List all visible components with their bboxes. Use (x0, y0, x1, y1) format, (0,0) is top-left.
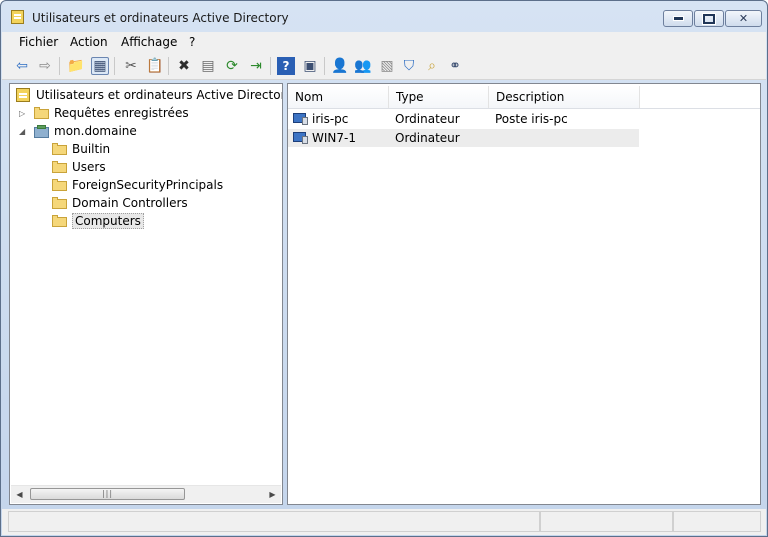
show-console-tree-icon[interactable]: ▦ (91, 57, 109, 75)
tree-item-users[interactable]: Users (52, 158, 106, 176)
menu-affichage[interactable]: Affichage (121, 35, 177, 49)
copy-icon[interactable]: 📋 (146, 57, 164, 75)
minimize-icon (672, 16, 684, 21)
folder-icon (52, 215, 67, 227)
properties-icon[interactable]: ▤ (199, 57, 217, 75)
cell-type: Ordinateur (395, 112, 460, 126)
scroll-thumb[interactable]: ||| (30, 488, 185, 500)
folder-icon (52, 143, 67, 155)
domain-icon (34, 124, 49, 138)
refresh-icon[interactable]: ⟳ (223, 57, 241, 75)
up-folder-icon[interactable]: 📁 (67, 57, 85, 75)
tree-item-mon-domaine[interactable]: ◢ mon.domaine (19, 122, 137, 140)
delete-icon[interactable]: ✖ (175, 57, 193, 75)
menu-bar: Fichier Action Affichage ? (2, 32, 766, 52)
computer-icon (293, 132, 309, 144)
toolbar-separator (168, 57, 169, 75)
table-row[interactable]: WIN7-1 Ordinateur (288, 129, 639, 147)
tree-item-label: mon.domaine (54, 124, 137, 138)
new-ou-icon[interactable]: ▧ (378, 57, 396, 75)
status-section-3 (673, 511, 761, 532)
header-divider (288, 108, 760, 109)
action-pane-icon[interactable]: ▣ (301, 57, 319, 75)
tree-item-domain-controllers[interactable]: Domain Controllers (52, 194, 188, 212)
column-header-description[interactable]: Description (489, 86, 640, 108)
filter-icon[interactable]: ⛉ (400, 57, 418, 75)
tree-item-label: Computers (72, 213, 144, 229)
tree-item-foreignsecurityprincipals[interactable]: ForeignSecurityPrincipals (52, 176, 223, 194)
maximize-button[interactable] (694, 10, 724, 27)
window-title: Utilisateurs et ordinateurs Active Direc… (32, 11, 289, 25)
folder-icon (52, 161, 67, 173)
toolbar-separator (59, 57, 60, 75)
status-bar (2, 509, 766, 535)
new-group-icon[interactable]: 👥 (354, 57, 372, 75)
table-row[interactable]: iris-pc Ordinateur Poste iris-pc (288, 110, 639, 128)
close-button[interactable]: ✕ (725, 10, 762, 27)
tree-item-label: Users (72, 160, 106, 174)
tree-root-label: Utilisateurs et ordinateurs Active Direc… (36, 88, 282, 102)
app-window: Utilisateurs et ordinateurs Active Direc… (0, 0, 768, 537)
menu-fichier[interactable]: Fichier (19, 35, 58, 49)
console-tree: Utilisateurs et ordinateurs Active Direc… (9, 83, 283, 505)
toolbar: ⇦ ⇨ 📁 ▦ ✂ 📋 ✖ ▤ ⟳ ⇥? ▣ 👤 👥 ▧ ⛉ ⌕ ⚭ (2, 52, 766, 80)
toolbar-separator (270, 57, 271, 75)
tree-item-computers[interactable]: Computers (52, 212, 144, 230)
forward-arrow-icon[interactable]: ⇨ (36, 57, 54, 75)
status-section-2 (540, 511, 673, 532)
menu-action[interactable]: Action (70, 35, 108, 49)
find-icon[interactable]: ⌕ (423, 57, 441, 75)
tree-item-label: Builtin (72, 142, 111, 156)
cell-name: WIN7-1 (312, 131, 356, 145)
title-bar[interactable]: Utilisateurs et ordinateurs Active Direc… (1, 1, 767, 32)
status-section-main (8, 511, 540, 532)
menu-help[interactable]: ? (189, 35, 195, 49)
scroll-right-icon[interactable]: ▶ (264, 486, 281, 503)
maximize-icon (702, 12, 716, 25)
cell-name: iris-pc (312, 112, 349, 126)
active-directory-icon (16, 88, 30, 102)
tree-item-label: Requêtes enregistrées (54, 106, 189, 120)
tree-item-label: Domain Controllers (72, 196, 188, 210)
active-directory-icon (11, 10, 24, 24)
toolbar-separator (114, 57, 115, 75)
new-user-icon[interactable]: 👤 (331, 57, 349, 75)
tree-item-builtin[interactable]: Builtin (52, 140, 110, 158)
cell-description: Poste iris-pc (495, 112, 568, 126)
add-to-group-icon[interactable]: ⚭ (446, 57, 464, 75)
minimize-button[interactable] (663, 10, 693, 27)
collapse-arrow-icon[interactable]: ◢ (19, 127, 25, 136)
back-arrow-icon[interactable]: ⇦ (13, 57, 31, 75)
folder-icon (52, 197, 67, 209)
help-icon[interactable]: ? (277, 57, 295, 75)
export-list-icon[interactable]: ⇥ (247, 57, 265, 75)
column-header-nom[interactable]: Nom (288, 86, 389, 108)
cut-icon[interactable]: ✂ (122, 57, 140, 75)
horizontal-scrollbar[interactable]: ◀ ||| ▶ (11, 485, 281, 503)
close-icon: ✕ (738, 12, 749, 25)
folder-icon (34, 107, 49, 119)
folder-icon (52, 179, 67, 191)
column-header-type[interactable]: Type (389, 86, 489, 108)
computer-icon (293, 113, 309, 125)
cell-type: Ordinateur (395, 131, 460, 145)
toolbar-separator (324, 57, 325, 75)
details-pane: Nom Type Description iris-pc Ordinateur Po… (287, 83, 761, 505)
scroll-left-icon[interactable]: ◀ (11, 486, 28, 503)
tree-root[interactable]: Utilisateurs et ordinateurs Active Direc… (16, 86, 282, 104)
expand-arrow-icon[interactable]: ▷ (19, 109, 25, 118)
tree-item-requ-tes-enregistr-es[interactable]: ▷ Requêtes enregistrées (19, 104, 189, 122)
tree-item-label: ForeignSecurityPrincipals (72, 178, 224, 192)
